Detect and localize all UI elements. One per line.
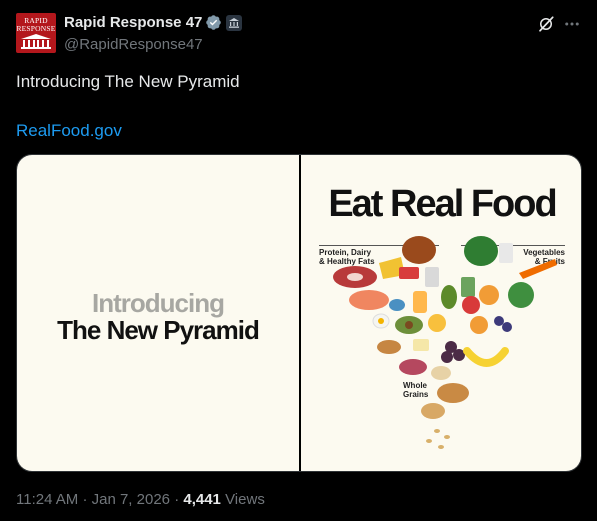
more-options-icon[interactable] bbox=[563, 15, 581, 33]
tomato-icon bbox=[462, 296, 480, 314]
sardines-icon bbox=[389, 299, 405, 311]
tweet-link[interactable]: RealFood.gov bbox=[16, 121, 122, 141]
views-count: 4,441 bbox=[183, 491, 221, 508]
butter-icon bbox=[413, 339, 429, 351]
meta-separator: · bbox=[82, 491, 88, 508]
grok-icon[interactable] bbox=[537, 15, 555, 33]
intro-line2: The New Pyramid bbox=[57, 315, 260, 345]
verified-badge-icon bbox=[206, 15, 221, 30]
tweet-text: Introducing The New Pyramid bbox=[16, 72, 240, 91]
tweet-time[interactable]: 11:24 AM bbox=[16, 491, 78, 508]
meat-package-icon bbox=[399, 267, 419, 279]
lettuce-icon bbox=[508, 282, 534, 308]
food-pyramid-illustration bbox=[333, 236, 557, 449]
broccoli-icon bbox=[464, 236, 498, 266]
avatar-logo-text: RAPID RESPONSE bbox=[16, 16, 56, 33]
carton-icon bbox=[413, 291, 427, 313]
media-image-right[interactable]: Eat Real Food Protein, Dairy & Healthy F… bbox=[301, 155, 581, 471]
nuts-icon bbox=[377, 340, 401, 354]
salmon-icon bbox=[349, 290, 389, 310]
frozen-peas-icon bbox=[499, 243, 513, 263]
banana-icon bbox=[463, 347, 509, 367]
author-handle[interactable]: @RapidResponse47 bbox=[64, 36, 203, 53]
tweet-media[interactable]: Introducing The New Pyramid Eat Real Foo… bbox=[16, 154, 582, 472]
building-icon bbox=[21, 34, 51, 49]
milk-icon bbox=[425, 267, 439, 287]
bread-icon bbox=[437, 383, 469, 403]
olive-oil-icon bbox=[441, 285, 457, 309]
carrots-icon bbox=[519, 259, 557, 279]
government-building-icon[interactable] bbox=[226, 15, 242, 31]
tweet-date[interactable]: Jan 7, 2026 bbox=[92, 491, 170, 508]
views-label: Views bbox=[225, 491, 265, 508]
avatar[interactable]: RAPID RESPONSE bbox=[16, 13, 56, 53]
media-image-left[interactable]: Introducing The New Pyramid bbox=[17, 155, 299, 471]
meta-separator: · bbox=[174, 491, 180, 508]
green-beans-icon bbox=[461, 277, 475, 297]
orange-icon bbox=[479, 285, 499, 305]
author-name[interactable]: Rapid Response 47 bbox=[64, 14, 202, 31]
lemon-icon bbox=[428, 314, 446, 332]
bread-loaf-icon bbox=[421, 403, 445, 419]
chicken-icon bbox=[402, 236, 436, 264]
label-whole-grains: Whole Grains bbox=[403, 381, 429, 399]
oats-bowl-icon bbox=[431, 366, 451, 380]
beans-bowl-icon bbox=[399, 359, 427, 375]
blueberries-icon bbox=[494, 316, 504, 326]
tweet-meta: 11:24 AM · Jan 7, 2026 · 4,441 Views bbox=[16, 491, 265, 508]
